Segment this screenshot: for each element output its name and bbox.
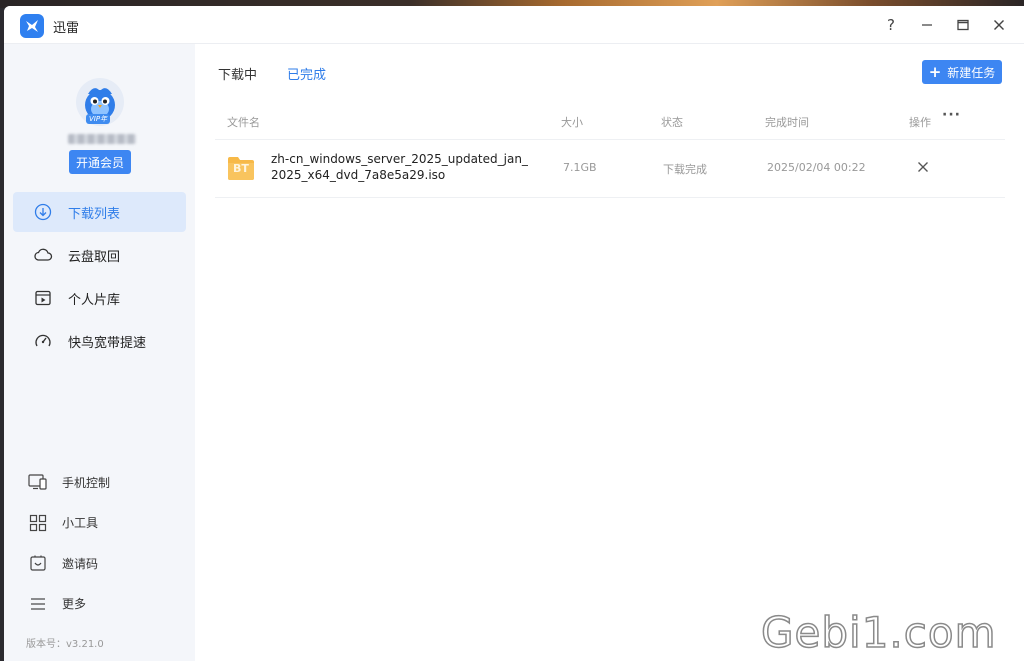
download-icon (33, 202, 53, 222)
tool-phone-control[interactable]: 手机控制 (28, 462, 178, 503)
open-vip-button[interactable]: 开通会员 (69, 150, 131, 174)
tool-label: 邀请码 (62, 556, 99, 571)
version-label: 版本号：v3.21.0 (26, 639, 104, 650)
title-bar: 迅雷 ? (4, 6, 1024, 44)
new-task-button[interactable]: + 新建任务 (922, 60, 1002, 84)
column-header-completed-time: 完成时间 (765, 116, 809, 129)
close-button[interactable] (988, 14, 1010, 36)
tool-label: 更多 (62, 597, 87, 612)
site-watermark: Gebi1.com (760, 608, 997, 657)
sidebar: VIP年 开通会员 下载列表 云盘取回 个人片库 快鸟宽带提速 手机控制 小工具… (4, 44, 195, 661)
delete-task-button[interactable] (913, 157, 933, 177)
minimize-icon (922, 24, 932, 26)
column-header-actions: 操作 (909, 116, 931, 129)
sidebar-item-library[interactable]: 个人片库 (13, 278, 186, 318)
tab-downloading[interactable]: 下载中 (218, 64, 257, 83)
help-button[interactable]: ? (880, 14, 902, 36)
tool-label: 手机控制 (62, 475, 111, 490)
maximize-button[interactable] (952, 14, 974, 36)
sidebar-item-speedup[interactable]: 快鸟宽带提速 (13, 321, 186, 361)
tool-invite-code[interactable]: 邀请码 (28, 543, 178, 584)
video-library-icon (33, 288, 53, 308)
sidebar-item-label: 个人片库 (68, 292, 121, 308)
cloud-icon (33, 245, 53, 265)
app-title: 迅雷 (53, 21, 80, 36)
tool-utilities[interactable]: 小工具 (28, 503, 178, 544)
download-status: 下载完成 (663, 163, 707, 176)
sidebar-item-label: 下载列表 (68, 206, 121, 222)
table-row[interactable]: BT zh-cn_windows_server_2025_updated_jan… (215, 140, 1005, 198)
maximize-icon (957, 19, 969, 31)
close-icon (994, 20, 1004, 30)
grid-icon (28, 513, 48, 533)
invite-icon (28, 553, 48, 573)
file-size: 7.1GB (563, 161, 597, 174)
completed-time: 2025/02/04 00:22 (767, 161, 866, 174)
file-type-badge: BT (233, 162, 249, 175)
sidebar-item-label: 快鸟宽带提速 (68, 335, 147, 351)
file-name: zh-cn_windows_server_2025_updated_jan_20… (271, 152, 528, 182)
window-controls: ? (880, 14, 1010, 36)
table-header: 文件名 大小 状态 完成时间 操作 ··· (215, 106, 1005, 140)
main-content: 下载中 已完成 + 新建任务 文件名 大小 状态 完成时间 操作 ··· BT … (195, 44, 1024, 661)
column-header-status: 状态 (661, 116, 683, 129)
tool-more[interactable]: 更多 (28, 584, 178, 625)
xunlei-logo-icon (20, 14, 44, 38)
minimize-button[interactable] (916, 14, 938, 36)
sidebar-item-label: 云盘取回 (68, 249, 121, 265)
phone-control-icon (28, 472, 48, 492)
sidebar-nav: 下载列表 云盘取回 个人片库 快鸟宽带提速 (13, 192, 186, 364)
column-header-name: 文件名 (227, 116, 260, 129)
app-window: 迅雷 ? VIP年 开通会员 下载列表 云盘取回 个人片库 快鸟宽带提速 手机控… (4, 6, 1024, 661)
tab-completed[interactable]: 已完成 (287, 64, 326, 83)
menu-icon (28, 594, 48, 614)
plus-icon: + (928, 62, 942, 81)
tool-label: 小工具 (62, 516, 99, 531)
sidebar-tools: 手机控制 小工具 邀请码 更多 (28, 462, 178, 624)
column-header-size: 大小 (561, 116, 583, 129)
username-redacted (68, 134, 136, 144)
speedometer-icon (33, 331, 53, 351)
new-task-label: 新建任务 (947, 65, 996, 80)
sidebar-item-cloud[interactable]: 云盘取回 (13, 235, 186, 275)
sidebar-item-downloads[interactable]: 下载列表 (13, 192, 186, 232)
vip-badge: VIP年 (86, 114, 111, 124)
close-icon (918, 162, 928, 172)
more-options-icon[interactable]: ··· (942, 107, 961, 123)
download-tabs: 下载中 已完成 (218, 64, 326, 83)
